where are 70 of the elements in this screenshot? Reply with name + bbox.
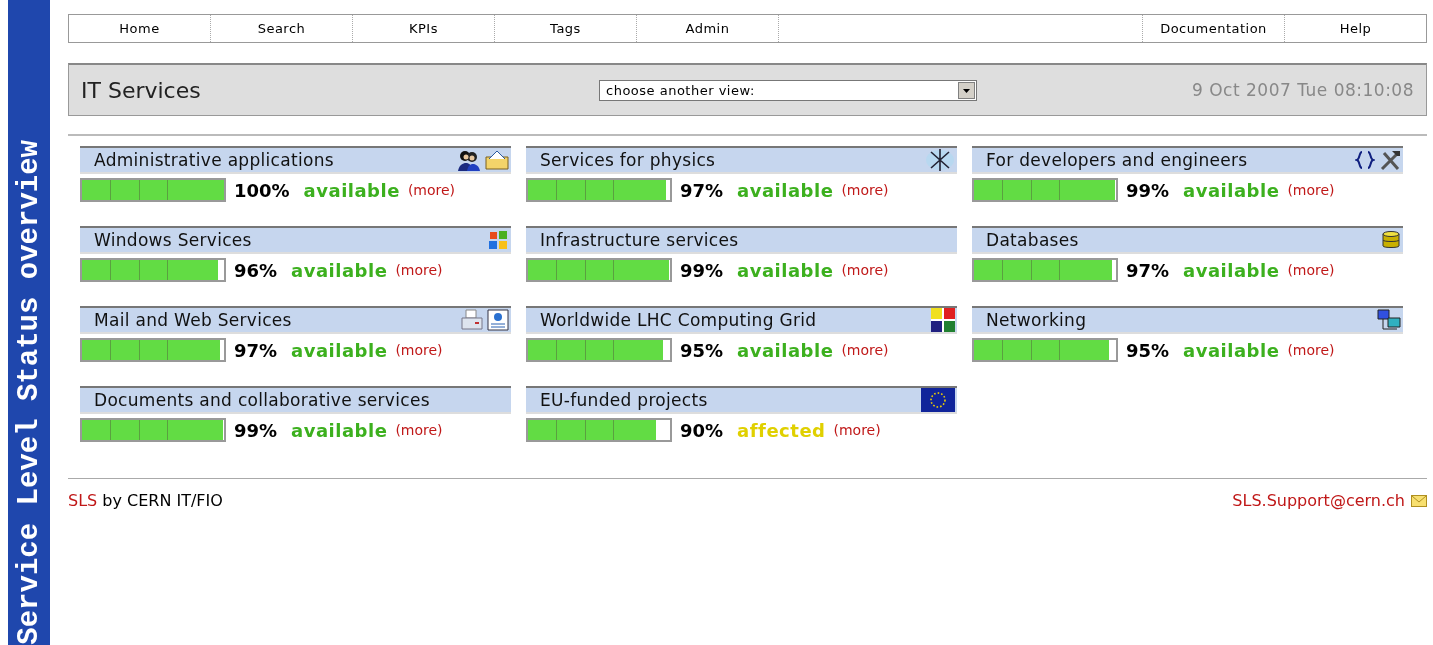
service-title[interactable]: For developers and engineers xyxy=(986,150,1248,170)
availability-percent: 95% xyxy=(680,339,724,361)
more-link[interactable]: (more) xyxy=(395,262,443,278)
availability-percent: 97% xyxy=(680,179,724,201)
status-label: affected xyxy=(737,419,826,441)
atom-icon xyxy=(925,148,955,172)
service-title[interactable]: Databases xyxy=(986,230,1079,250)
date-time: 9 Oct 2007 Tue 08:10:08 xyxy=(1192,80,1414,100)
availability-percent: 97% xyxy=(1126,259,1170,281)
status-label: available xyxy=(291,339,388,361)
credit-text: SLS by CERN IT/FIO xyxy=(68,491,223,510)
nav-link[interactable]: Tags xyxy=(495,15,637,42)
more-link[interactable]: (more) xyxy=(1287,182,1335,198)
status-label: available xyxy=(737,179,834,201)
availability-percent: 96% xyxy=(234,259,278,281)
people-icon xyxy=(457,149,481,171)
more-link[interactable]: (more) xyxy=(407,182,456,198)
nav-link[interactable]: KPIs xyxy=(353,15,495,42)
more-link[interactable]: (more) xyxy=(833,422,881,438)
folder-icon xyxy=(485,150,509,170)
availability-percent: 95% xyxy=(1126,339,1170,361)
more-link[interactable]: (more) xyxy=(1287,342,1335,358)
service-title[interactable]: Worldwide LHC Computing Grid xyxy=(540,310,817,330)
availability-percent: 99% xyxy=(1126,179,1170,201)
status-label: available xyxy=(737,259,834,281)
service-title[interactable]: Networking xyxy=(986,310,1087,330)
service-title[interactable]: Mail and Web Services xyxy=(94,310,292,330)
database-icon xyxy=(1381,230,1401,250)
more-link[interactable]: (more) xyxy=(1287,262,1335,278)
printer-icon xyxy=(461,309,483,331)
service-title[interactable]: Administrative applications xyxy=(94,150,334,170)
sidebar-title: Service Level Status overview xyxy=(14,139,44,645)
service-title[interactable]: Documents and collaborative services xyxy=(94,390,430,410)
status-label: available xyxy=(737,339,834,361)
nav-link[interactable]: Admin xyxy=(637,15,779,42)
page-title: IT Services xyxy=(81,77,201,103)
support-email-link[interactable]: SLS.Support@cern.ch xyxy=(1232,491,1405,510)
more-link[interactable]: (more) xyxy=(841,342,889,358)
web-page-icon xyxy=(487,309,509,331)
envelope-icon xyxy=(1411,494,1427,507)
windows-flag-icon xyxy=(487,229,509,251)
sls-link[interactable]: SLS xyxy=(68,491,98,510)
status-label: available xyxy=(303,179,400,201)
status-label: available xyxy=(1183,179,1280,201)
status-label: available xyxy=(1183,259,1280,281)
availability-percent: 100% xyxy=(234,179,290,201)
nav-link[interactable]: Documentation xyxy=(1143,15,1285,42)
service-title[interactable]: Windows Services xyxy=(94,230,252,250)
service-title[interactable]: Services for physics xyxy=(540,150,716,170)
status-label: available xyxy=(291,259,388,281)
availability-percent: 99% xyxy=(680,259,724,281)
braces-icon xyxy=(1355,150,1375,170)
status-label: available xyxy=(291,419,388,441)
more-link[interactable]: (more) xyxy=(395,342,443,358)
computers-icon xyxy=(1377,309,1401,331)
more-link[interactable]: (more) xyxy=(841,262,889,278)
colored-squares-icon xyxy=(931,308,955,332)
availability-percent: 99% xyxy=(234,419,278,441)
more-link[interactable]: (more) xyxy=(395,422,443,438)
nav-link[interactable]: Help xyxy=(1285,15,1426,42)
status-label: available xyxy=(1183,339,1280,361)
nav-link[interactable]: Home xyxy=(69,15,211,42)
availability-percent: 90% xyxy=(680,419,724,441)
flag-icon xyxy=(921,388,955,412)
view-select[interactable]: choose another view: xyxy=(599,80,977,101)
service-title[interactable]: EU-funded projects xyxy=(540,390,708,410)
more-link[interactable]: (more) xyxy=(841,182,889,198)
nav-link[interactable]: Search xyxy=(211,15,353,42)
availability-percent: 97% xyxy=(234,339,278,361)
service-title[interactable]: Infrastructure services xyxy=(540,230,739,250)
